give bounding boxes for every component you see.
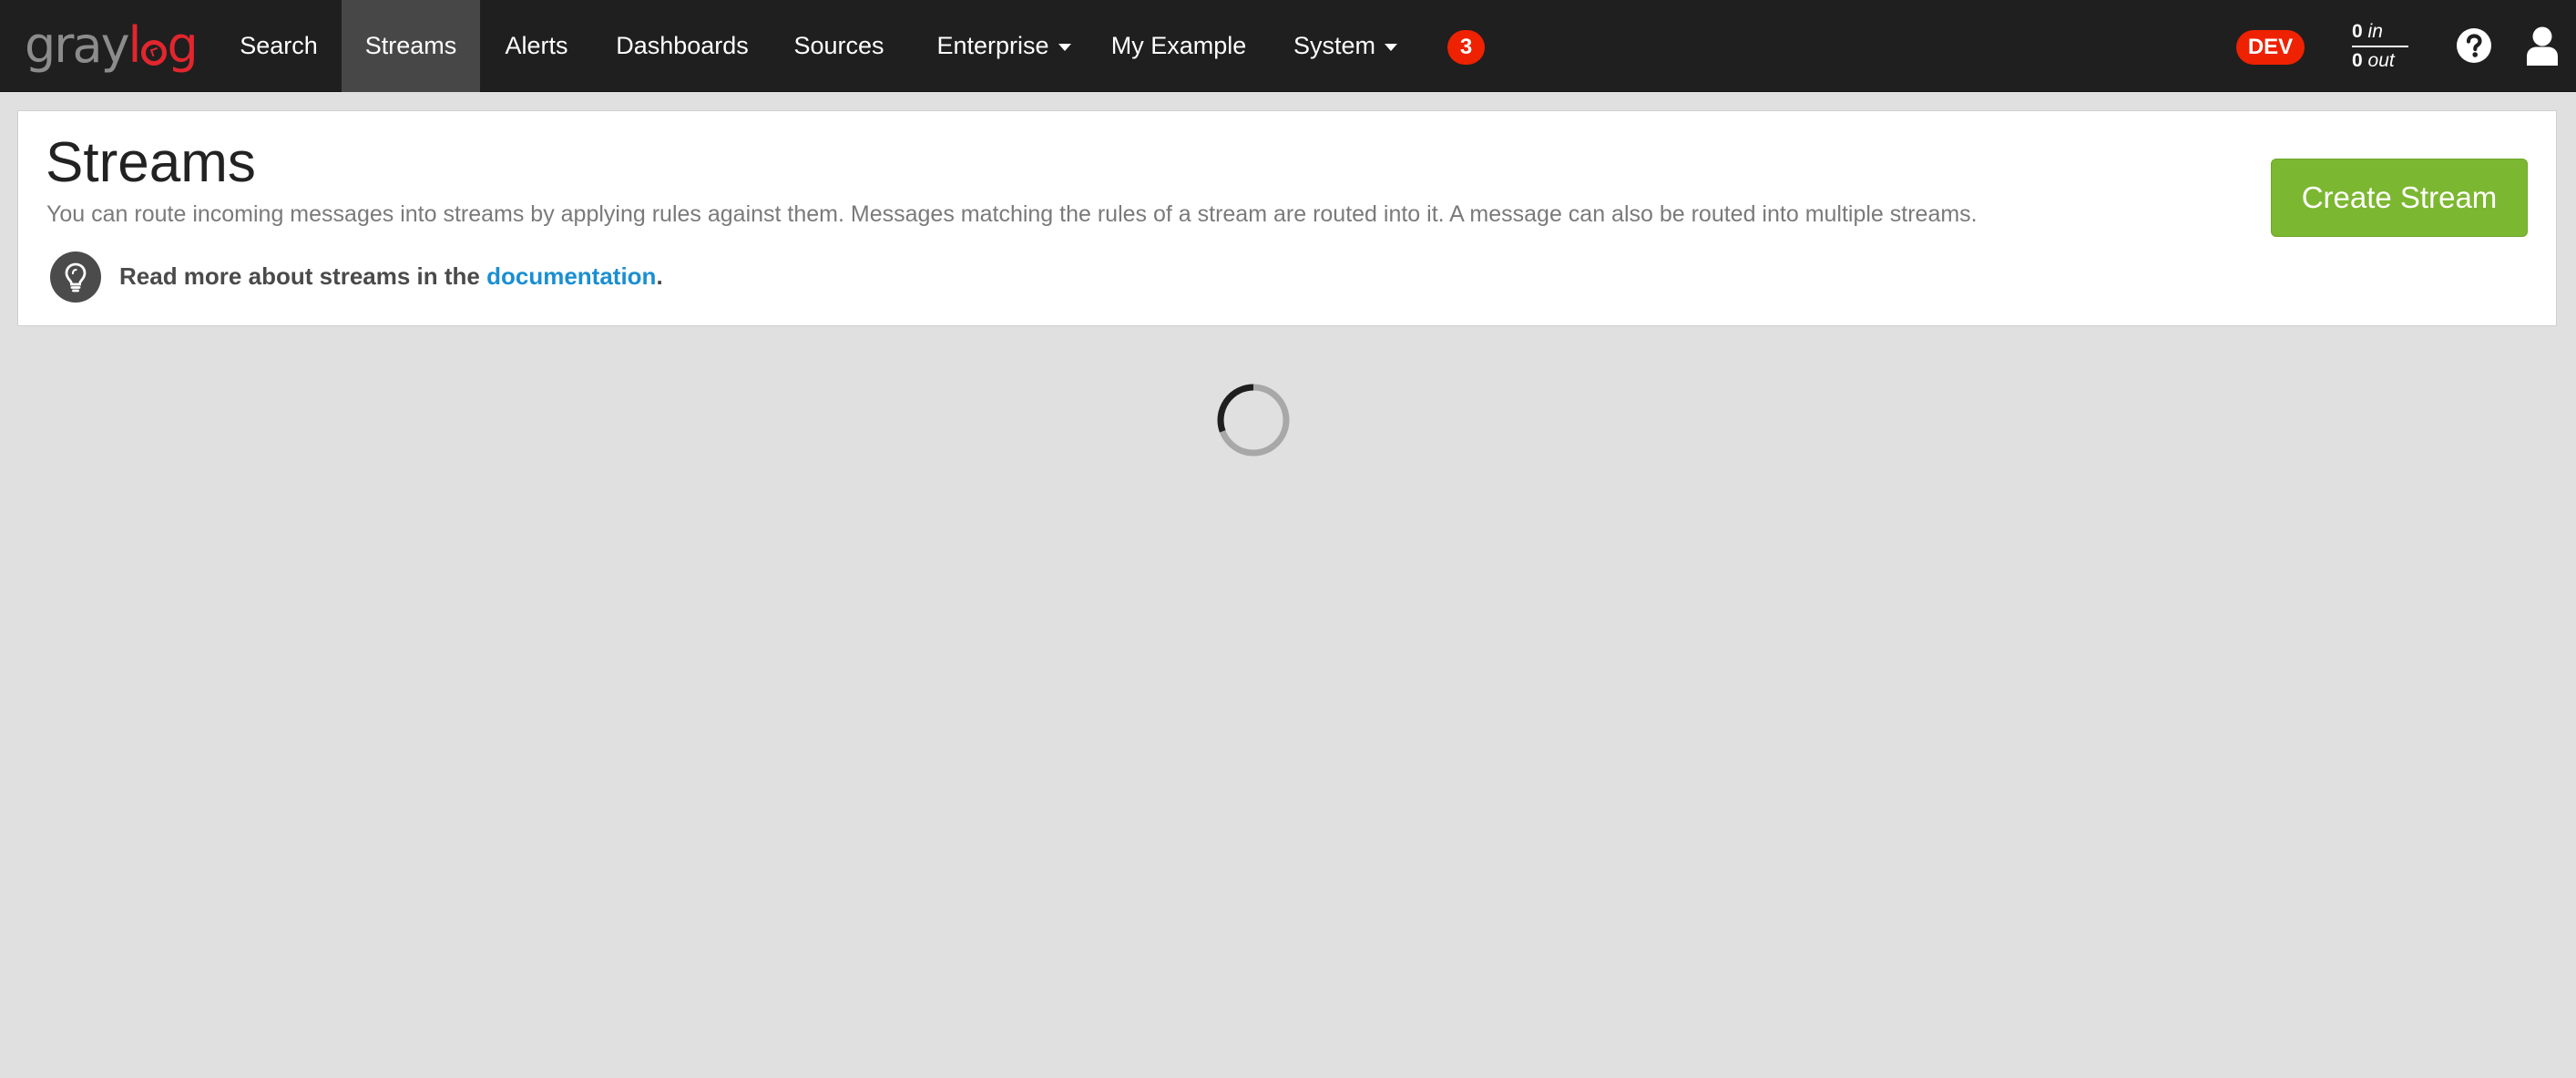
nav-item-dashboards[interactable]: Dashboards [605,0,760,92]
notification-count-badge[interactable]: 3 [1447,30,1485,65]
nav-item-label: Alerts [505,32,568,59]
help-icon[interactable] [2456,27,2492,64]
page-title: Streams [46,131,256,194]
logo-text-gray: gray [25,15,130,74]
throughput-out: 0 out [2352,50,2395,71]
environment-badge: DEV [2236,30,2305,65]
throughput-in: 0 in [2352,18,2408,47]
chevron-down-icon [1058,43,1071,51]
user-icon[interactable] [2525,26,2560,66]
logo-text-red: lg [128,15,199,74]
nav-item-my-example[interactable]: My Example [1105,0,1252,92]
chevron-down-icon [1385,43,1398,51]
page-header-panel: Streams You can route incoming messages … [17,110,2557,326]
loading-spinner-icon [1217,384,1290,457]
nav-item-label: My Example [1110,32,1247,59]
lightbulb-icon [50,252,101,303]
nav-item-label: Streams [364,32,457,59]
top-navbar: gray l g Search Streams Alerts Dashboards … [0,0,2576,92]
create-stream-button[interactable]: Create Stream [2271,159,2528,237]
nav-item-system[interactable]: System [1283,0,1407,92]
nav-item-label: Search [240,32,318,59]
nav-item-sources[interactable]: Sources [783,0,894,92]
nav-item-label: Dashboards [616,32,749,59]
hint-prefix: Read more about streams in the [119,262,487,290]
hint-suffix: . [656,262,663,290]
throughput-indicator[interactable]: 0 in 0 out [2352,18,2408,74]
nav-item-enterprise[interactable]: Enterprise [921,0,1087,92]
documentation-link[interactable]: documentation [486,262,656,290]
nav-item-label: Sources [793,32,884,59]
graylog-logo[interactable]: gray l g [25,13,199,77]
nav-item-search[interactable]: Search [228,0,330,92]
nav-item-streams[interactable]: Streams [342,0,480,92]
nav-item-label: Enterprise [936,32,1049,59]
documentation-hint: Read more about streams in the documenta… [119,262,663,291]
nav-item-alerts[interactable]: Alerts [492,0,581,92]
nav-item-label: System [1293,32,1376,59]
page-description: You can route incoming messages into str… [46,201,1978,227]
logo-o-icon [140,39,167,66]
